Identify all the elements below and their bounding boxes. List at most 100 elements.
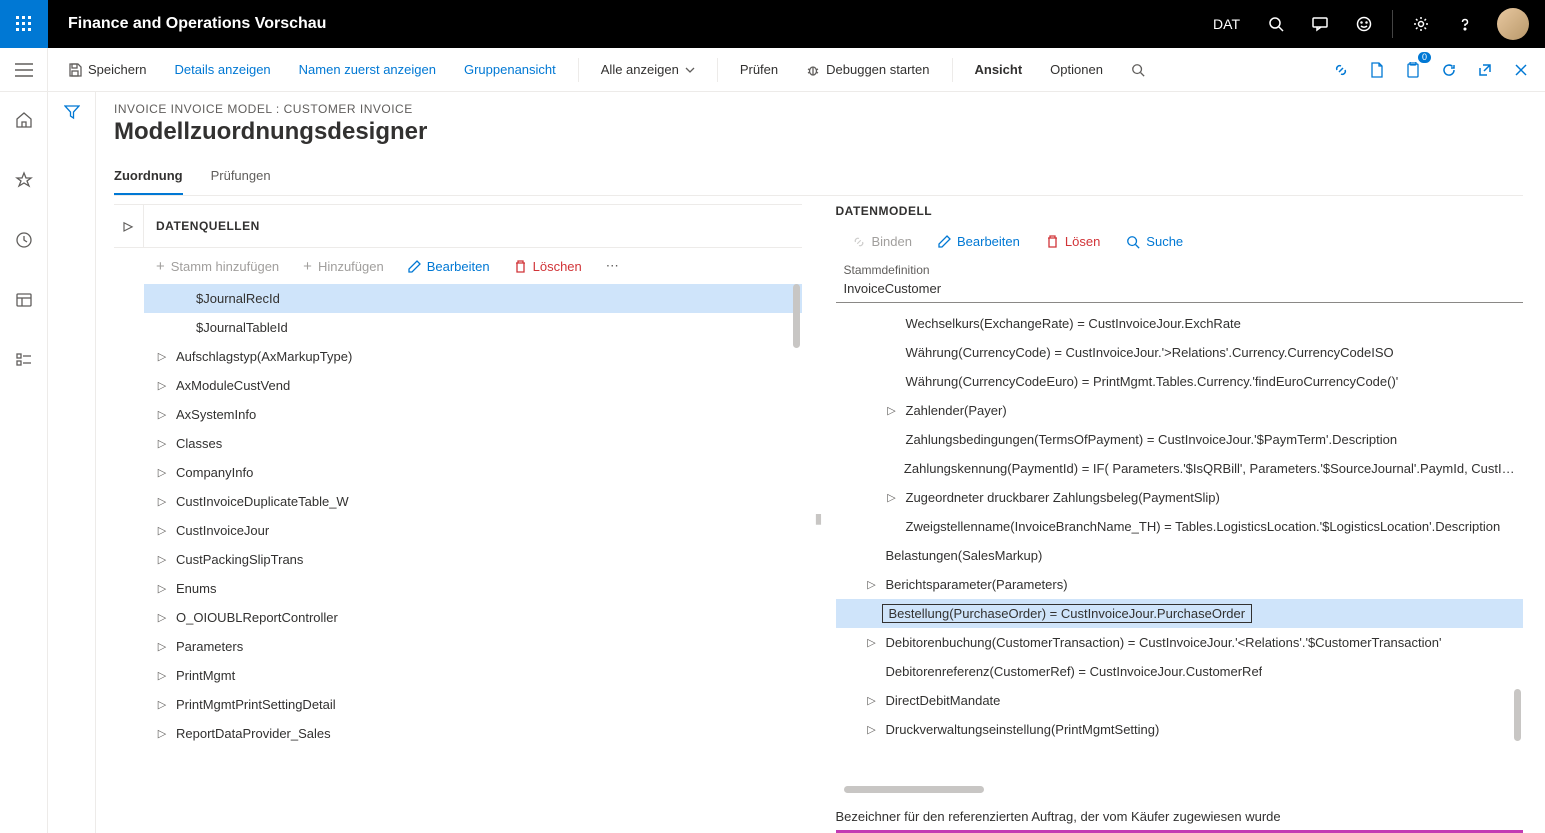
dm-delete-button[interactable]: Lösen [1038, 230, 1108, 253]
top-bar: Finance and Operations Vorschau DAT [0, 0, 1545, 48]
command-bar: Speichern Details anzeigen Namen zuerst … [0, 48, 1545, 92]
splitter-handle[interactable]: ▮ [816, 204, 822, 833]
dm-tree-item[interactable]: ▷DirectDebitMandate [836, 686, 1524, 715]
scrollbar[interactable] [1514, 689, 1521, 741]
rail-workspaces[interactable] [4, 280, 44, 320]
ds-tree-item[interactable]: ▷PrintMgmtPrintSettingDetail [144, 690, 802, 719]
refresh-button[interactable] [1433, 54, 1465, 86]
ds-more-button[interactable]: ⋯ [598, 254, 627, 278]
ds-tree-item[interactable]: ▷Enums [144, 574, 802, 603]
messages-button[interactable] [1300, 0, 1340, 48]
ds-delete-button[interactable]: Löschen [506, 255, 590, 278]
settings-button[interactable] [1401, 0, 1441, 48]
dm-tree-item[interactable]: ▷Debitorenreferenz(CustomerRef) = CustIn… [836, 657, 1524, 686]
edit-icon [938, 235, 951, 248]
tree-item-label: ReportDataProvider_Sales [172, 726, 331, 741]
document-icon [1370, 62, 1384, 78]
dm-tree-item[interactable]: ▷Zahlender(Payer) [836, 396, 1524, 425]
app-title: Finance and Operations Vorschau [48, 15, 346, 33]
dm-search-button[interactable]: Suche [1118, 230, 1191, 253]
ds-tree-item[interactable]: ▷ReportDataProvider_Sales [144, 719, 802, 748]
tab-mapping[interactable]: Zuordnung [114, 160, 183, 195]
save-button[interactable]: Speichern [56, 56, 159, 83]
rail-favorites[interactable] [4, 160, 44, 200]
show-all-dropdown[interactable]: Alle anzeigen [589, 56, 707, 83]
group-view-button[interactable]: Gruppenansicht [452, 56, 568, 83]
close-icon [1514, 63, 1528, 77]
rail-home[interactable] [4, 100, 44, 140]
clock-icon [15, 231, 33, 249]
ds-tree-item[interactable]: ▷CustInvoiceJour [144, 516, 802, 545]
ds-tree-item[interactable]: ▷Aufschlagstyp(AxMarkupType) [144, 342, 802, 371]
avatar[interactable] [1497, 8, 1529, 40]
refresh-icon [1441, 62, 1457, 78]
debug-start-button[interactable]: Debuggen starten [794, 56, 941, 83]
attachments-button[interactable] [1361, 54, 1393, 86]
options-menu[interactable]: Optionen [1038, 56, 1115, 83]
dm-tree-item[interactable]: ▷Zahlungskennung(PaymentId) = IF( Parame… [836, 454, 1524, 483]
search-icon [1268, 16, 1284, 32]
ds-tree-item[interactable]: ▷O_OIOUBLReportController [144, 603, 802, 632]
clipboard-icon [1406, 62, 1420, 78]
edit-icon [408, 260, 421, 273]
scrollbar-horizontal[interactable] [844, 786, 984, 793]
ds-tree-item[interactable]: ▷CustInvoiceDuplicateTable_W [144, 487, 802, 516]
dm-tree-item[interactable]: ▷Zweigstellenname(InvoiceBranchName_TH) … [836, 512, 1524, 541]
dm-tree-item[interactable]: ▷Währung(CurrencyCodeEuro) = PrintMgmt.T… [836, 367, 1524, 396]
tree-item-label: CustInvoiceJour [172, 523, 269, 538]
tab-checks[interactable]: Prüfungen [211, 160, 271, 195]
ds-edit-button[interactable]: Bearbeiten [400, 255, 498, 278]
feedback-button[interactable] [1344, 0, 1384, 48]
dm-header: DATENMODELL [836, 204, 1524, 226]
dm-edit-button[interactable]: Bearbeiten [930, 230, 1028, 253]
filter-button[interactable] [64, 104, 80, 833]
search-button[interactable] [1256, 0, 1296, 48]
show-details-button[interactable]: Details anzeigen [163, 56, 283, 83]
dm-tree-item[interactable]: ▷Wechselkurs(ExchangeRate) = CustInvoice… [836, 309, 1524, 338]
dm-tree-item[interactable]: ▷Berichtsparameter(Parameters) [836, 570, 1524, 599]
dm-root-value[interactable]: InvoiceCustomer [836, 277, 1524, 303]
ds-tree-item[interactable]: ▷AxModuleCustVend [144, 371, 802, 400]
popout-button[interactable] [1469, 54, 1501, 86]
ds-tree-item[interactable]: ▷Classes [144, 429, 802, 458]
ds-tree-item[interactable]: ▷$JournalRecId [144, 284, 802, 313]
chevron-right-icon: ▷ [152, 698, 172, 711]
tree-item-label: Aufschlagstyp(AxMarkupType) [172, 349, 352, 364]
company-selector[interactable]: DAT [1201, 16, 1252, 32]
dm-tree-item[interactable]: ▷Bestellung(PurchaseOrder) = CustInvoice… [836, 599, 1524, 628]
dm-tree-item[interactable]: ▷Zahlungsbedingungen(TermsOfPayment) = C… [836, 425, 1524, 454]
dm-tree-item[interactable]: ▷Debitorenbuchung(CustomerTransaction) =… [836, 628, 1524, 657]
dm-tree-item[interactable]: ▷Zugeordneter druckbarer Zahlungsbeleg(P… [836, 483, 1524, 512]
dm-tree-item[interactable]: ▷Druckverwaltungseinstellung(PrintMgmtSe… [836, 715, 1524, 744]
help-button[interactable] [1445, 0, 1485, 48]
ds-tree-item[interactable]: ▷$JournalTableId [144, 313, 802, 342]
ds-tree-item[interactable]: ▷AxSystemInfo [144, 400, 802, 429]
app-launcher-button[interactable] [0, 0, 48, 48]
breadcrumb: INVOICE INVOICE MODEL : CUSTOMER INVOICE [114, 102, 1523, 116]
tree-item-label: CustPackingSlipTrans [172, 552, 303, 567]
dm-tree[interactable]: ▷Wechselkurs(ExchangeRate) = CustInvoice… [836, 309, 1524, 782]
ds-tree-item[interactable]: ▷Parameters [144, 632, 802, 661]
view-menu[interactable]: Ansicht [963, 56, 1035, 83]
dm-tree-item[interactable]: ▷Belastungen(SalesMarkup) [836, 541, 1524, 570]
rail-recent[interactable] [4, 220, 44, 260]
dm-tree-item[interactable]: ▷Währung(CurrencyCode) = CustInvoiceJour… [836, 338, 1524, 367]
ds-tree[interactable]: ▷$JournalRecId▷$JournalTableId▷Aufschlag… [114, 284, 802, 833]
show-names-first-button[interactable]: Namen zuerst anzeigen [287, 56, 448, 83]
cmdbar-search-button[interactable] [1119, 57, 1157, 83]
ds-tree-item[interactable]: ▷CustPackingSlipTrans [144, 545, 802, 574]
ds-tree-item[interactable]: ▷PrintMgmt [144, 661, 802, 690]
check-button[interactable]: Prüfen [728, 56, 790, 83]
ds-collapse-button[interactable]: ▷ [114, 205, 144, 247]
save-icon [68, 63, 82, 77]
scrollbar[interactable] [793, 284, 800, 348]
tree-item-label: CustInvoiceDuplicateTable_W [172, 494, 349, 509]
rail-modules[interactable] [4, 340, 44, 380]
close-button[interactable] [1505, 54, 1537, 86]
tree-item-label: Wechselkurs(ExchangeRate) = CustInvoiceJ… [902, 316, 1241, 331]
nav-toggle-button[interactable] [0, 48, 48, 91]
tree-item-label: PrintMgmt [172, 668, 235, 683]
notifications-button[interactable]: 0 [1397, 54, 1429, 86]
link-button[interactable] [1325, 54, 1357, 86]
ds-tree-item[interactable]: ▷CompanyInfo [144, 458, 802, 487]
